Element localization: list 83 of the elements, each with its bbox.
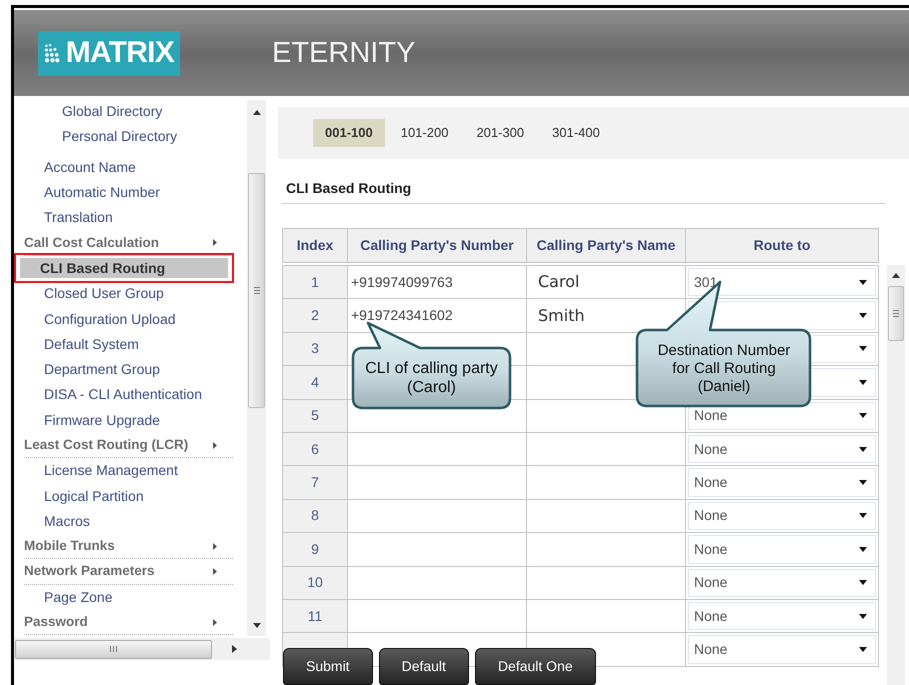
scrollbar-thumb[interactable] <box>248 173 265 408</box>
sidebar-item[interactable]: Logical Partition <box>44 486 144 507</box>
action-button[interactable]: Default <box>378 648 469 685</box>
submenu-arrow-icon <box>213 239 217 246</box>
submenu-arrow-icon <box>213 442 217 449</box>
dropdown-caret-icon <box>859 614 867 619</box>
submenu-arrow-icon <box>213 542 217 550</box>
index-cell: 5 <box>282 398 348 433</box>
page-tab[interactable]: 201-300 <box>464 119 536 147</box>
submenu-arrow-icon <box>213 568 217 575</box>
route-select[interactable]: None <box>688 635 876 664</box>
action-button[interactable]: Submit <box>283 648 373 685</box>
column-header: Calling Party's Number <box>347 228 527 263</box>
column-header: Calling Party's Name <box>526 228 686 263</box>
index-cell: 10 <box>282 566 348 600</box>
scroll-up-icon <box>252 110 260 115</box>
route-select[interactable]: None <box>688 434 876 464</box>
dropdown-caret-icon <box>859 313 867 318</box>
sidebar-item[interactable]: Personal Directory <box>62 126 178 148</box>
sidebar-item[interactable]: Default System <box>44 334 139 355</box>
dropdown-caret-icon <box>859 513 867 518</box>
sidebar-item[interactable]: Automatic Number <box>44 182 160 204</box>
dropdown-caret-icon <box>859 580 867 586</box>
sidebar-group[interactable]: Mobile Trunks <box>24 536 115 556</box>
dropdown-caret-icon <box>859 380 867 385</box>
dropdown-caret-icon <box>859 546 867 552</box>
scrollbar-thumb[interactable] <box>888 286 904 341</box>
scroll-down-icon <box>252 623 260 628</box>
route-select[interactable]: None <box>688 468 876 497</box>
column-header: Route to <box>685 228 879 263</box>
page-tab[interactable]: 301-400 <box>540 119 612 147</box>
index-cell: 11 <box>282 598 348 634</box>
horizontal-scrollbar-thumb[interactable] <box>15 640 212 658</box>
sidebar-item[interactable]: Closed User Group <box>44 283 164 304</box>
dropdown-caret-icon <box>859 446 867 452</box>
page-tab[interactable]: 101-200 <box>388 119 460 147</box>
index-cell: 9 <box>282 532 348 567</box>
sidebar-item[interactable]: DISA - CLI Authentication <box>44 384 202 406</box>
sidebar-item[interactable]: License Management <box>44 460 178 482</box>
page-tab[interactable]: 001-100 <box>313 119 385 147</box>
column-header: Index <box>282 228 348 263</box>
route-select[interactable]: None <box>688 502 876 530</box>
grip-icon <box>254 287 260 294</box>
sidebar-item[interactable]: Account Name <box>44 156 136 178</box>
index-cell: 6 <box>282 432 348 466</box>
dropdown-caret-icon <box>859 413 867 418</box>
dropdown-caret-icon <box>859 480 867 486</box>
submenu-arrow-icon <box>213 618 217 626</box>
sidebar-group[interactable]: Call Cost Calculation <box>24 232 160 253</box>
index-cell: 2 <box>282 298 348 333</box>
sidebar-item[interactable]: Department Group <box>44 359 160 380</box>
sidebar-item[interactable]: Configuration Upload <box>44 308 176 330</box>
sidebar-item[interactable]: Global Directory <box>62 101 162 122</box>
section-title: CLI Based Routing <box>285 179 412 198</box>
grip-icon <box>110 646 117 652</box>
logo-text: MATRIX <box>66 38 174 68</box>
index-cell: 4 <box>282 365 348 400</box>
action-button[interactable]: Default One <box>474 648 596 685</box>
sidebar-item[interactable]: Macros <box>44 510 90 532</box>
product-title: ETERNITY <box>272 38 416 68</box>
index-cell: 8 <box>282 498 348 534</box>
sidebar-item[interactable]: CLI Based Routing <box>14 253 234 284</box>
sidebar-item[interactable]: Firmware Upgrade <box>44 410 160 431</box>
sidebar-group[interactable]: Password <box>24 612 88 632</box>
dropdown-caret-icon <box>859 646 867 652</box>
route-select[interactable]: None <box>688 602 876 630</box>
route-select[interactable]: 301 <box>688 268 876 296</box>
sidebar-group[interactable]: Network Parameters <box>24 561 155 582</box>
dropdown-caret-icon <box>859 346 867 352</box>
index-cell: 7 <box>282 465 348 500</box>
table-scrollbar[interactable] <box>887 265 905 685</box>
scroll-right-icon <box>232 645 237 653</box>
route-select[interactable]: None <box>688 535 876 564</box>
grip-icon <box>893 310 899 317</box>
dropdown-caret-icon <box>859 280 867 285</box>
index-cell: 3 <box>282 332 348 366</box>
sidebar-item[interactable]: Page Zone <box>44 586 112 608</box>
scroll-up-icon <box>892 273 900 278</box>
sidebar-group[interactable]: Least Cost Routing (LCR) <box>24 434 188 456</box>
index-cell: 1 <box>282 265 348 300</box>
route-select[interactable]: None <box>688 568 876 597</box>
vertical-scrollbar[interactable] <box>247 100 266 636</box>
sidebar-item[interactable]: Translation <box>44 207 113 228</box>
